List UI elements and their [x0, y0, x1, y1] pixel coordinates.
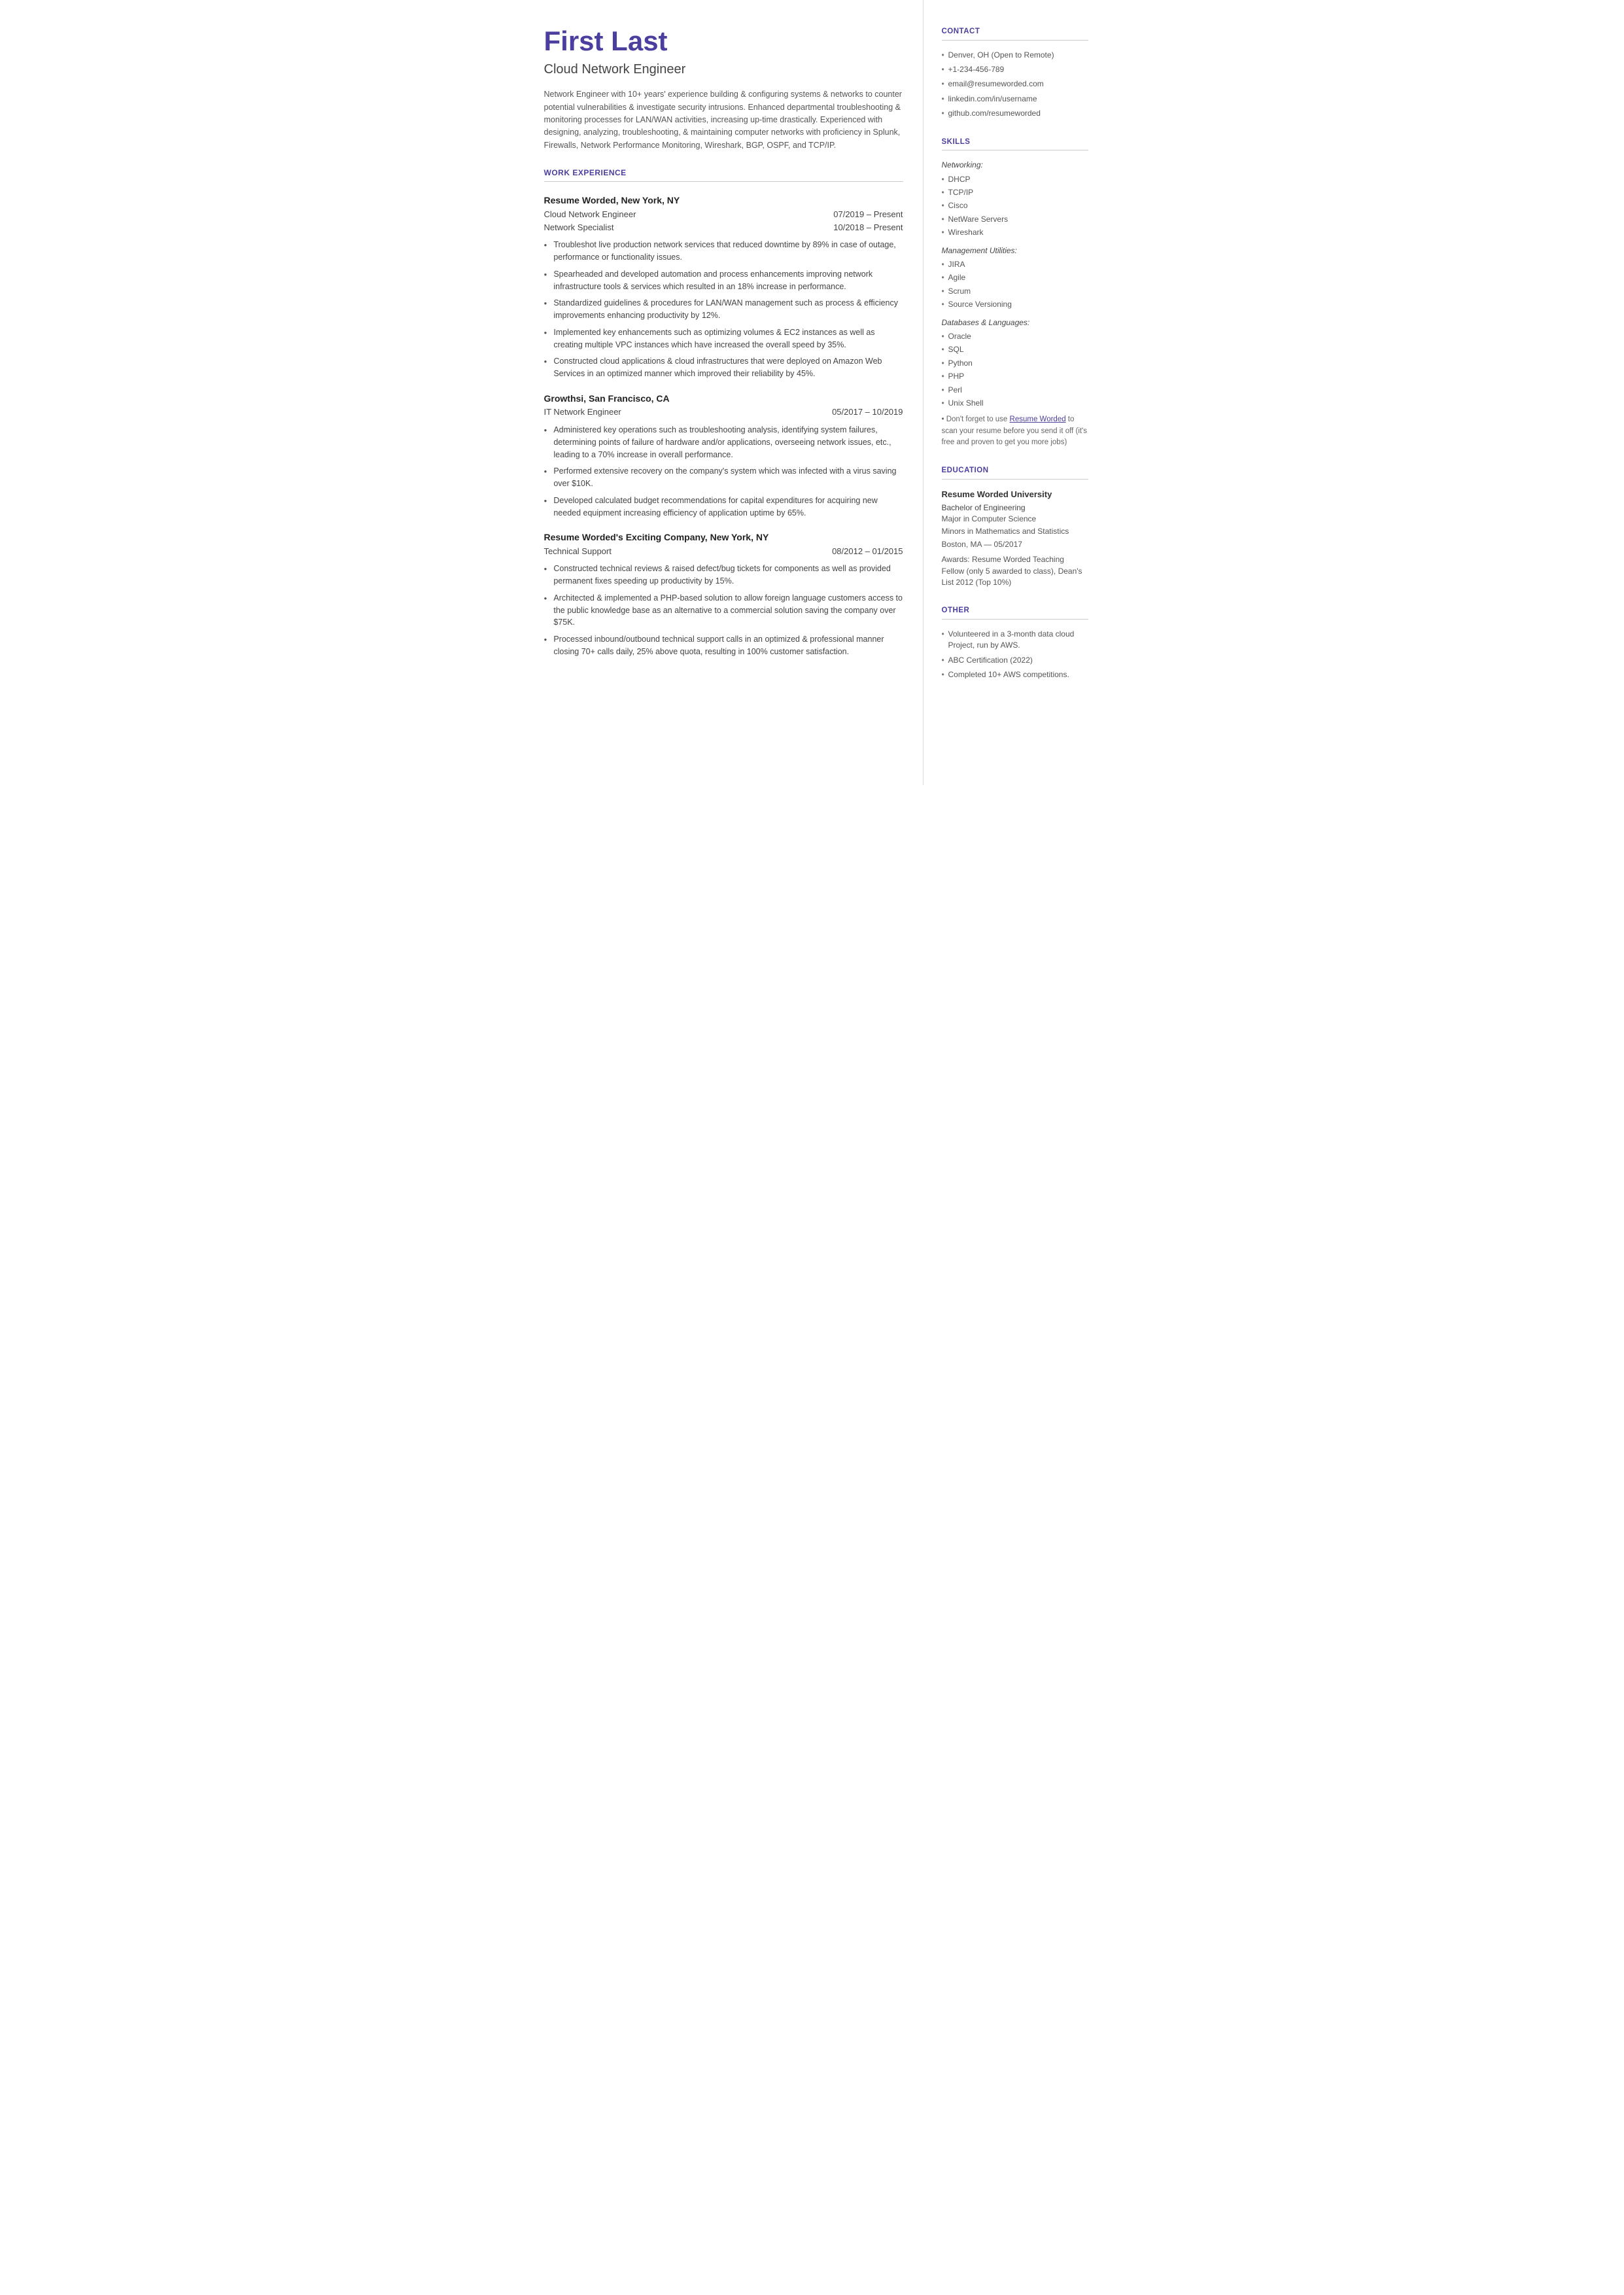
candidate-name: First Last: [544, 26, 903, 56]
other-item: Completed 10+ AWS competitions.: [942, 669, 1088, 680]
role-3a-title: Technical Support: [544, 546, 612, 558]
skill-item: Scrum: [942, 286, 1088, 297]
role-1b-title: Network Specialist: [544, 222, 614, 234]
skill-item: Agile: [942, 272, 1088, 283]
contact-section: CONTACT Denver, OH (Open to Remote) +1-2…: [942, 26, 1088, 120]
skill-item: PHP: [942, 371, 1088, 382]
bullet-item: Troubleshot live production network serv…: [544, 239, 903, 264]
work-experience-section: WORK EXPERIENCE Resume Worded, New York,…: [544, 167, 903, 658]
skill-item: SQL: [942, 344, 1088, 355]
skill-category-networking: Networking: DHCP TCP/IP Cisco NetWare Se…: [942, 160, 1088, 238]
company-3-name: Resume Worded's Exciting Company, New Yo…: [544, 531, 903, 544]
job-1: Resume Worded, New York, NY Cloud Networ…: [544, 194, 903, 379]
resume-page: First Last Cloud Network Engineer Networ…: [518, 0, 1107, 785]
contact-item: linkedin.com/in/username: [942, 94, 1088, 105]
skill-item: DHCP: [942, 174, 1088, 185]
skill-item: NetWare Servers: [942, 214, 1088, 225]
job-2-bullets: Administered key operations such as trou…: [544, 424, 903, 519]
header-section: First Last Cloud Network Engineer Networ…: [544, 26, 903, 152]
edu-institution: Resume Worded University: [942, 489, 1088, 501]
job-1-bullets: Troubleshot live production network serv…: [544, 239, 903, 380]
skill-category-label: Databases & Languages:: [942, 317, 1088, 328]
bullet-item: Constructed technical reviews & raised d…: [544, 563, 903, 587]
role-3a-date: 08/2012 – 01/2015: [832, 546, 903, 558]
bullet-item: Spearheaded and developed automation and…: [544, 268, 903, 293]
other-item: ABC Certification (2022): [942, 655, 1088, 666]
left-column: First Last Cloud Network Engineer Networ…: [518, 0, 924, 785]
bullet-item: Administered key operations such as trou…: [544, 424, 903, 461]
skill-category-management: Management Utilities: JIRA Agile Scrum S…: [942, 245, 1088, 311]
skill-category-label: Networking:: [942, 160, 1088, 171]
bullet-item: Constructed cloud applications & cloud i…: [544, 355, 903, 380]
job-3: Resume Worded's Exciting Company, New Yo…: [544, 531, 903, 657]
job-3-bullets: Constructed technical reviews & raised d…: [544, 563, 903, 657]
edu-minors: Minors in Mathematics and Statistics: [942, 526, 1088, 537]
role-3a-line: Technical Support 08/2012 – 01/2015: [544, 546, 903, 558]
company-2-name: Growthsi, San Francisco, CA: [544, 392, 903, 405]
skill-item: Python: [942, 358, 1088, 369]
skills-title: SKILLS: [942, 137, 1088, 151]
bullet-item: Implemented key enhancements such as opt…: [544, 326, 903, 351]
skill-item: TCP/IP: [942, 187, 1088, 198]
bullet-item: Performed extensive recovery on the comp…: [544, 465, 903, 490]
role-1a-date: 07/2019 – Present: [833, 209, 903, 221]
role-2a-date: 05/2017 – 10/2019: [832, 406, 903, 419]
summary-text: Network Engineer with 10+ years' experie…: [544, 88, 903, 152]
role-1b-line: Network Specialist 10/2018 – Present: [544, 222, 903, 234]
bullet-item: Developed calculated budget recommendati…: [544, 495, 903, 519]
skill-category-databases: Databases & Languages: Oracle SQL Python…: [942, 317, 1088, 410]
contact-item: +1-234-456-789: [942, 64, 1088, 75]
edu-degree: Bachelor of Engineering: [942, 502, 1088, 514]
other-item: Volunteered in a 3-month data cloud Proj…: [942, 629, 1088, 652]
databases-skill-list: Oracle SQL Python PHP Perl Unix Shell: [942, 331, 1088, 409]
skill-item: Source Versioning: [942, 299, 1088, 310]
networking-skill-list: DHCP TCP/IP Cisco NetWare Servers Wiresh…: [942, 174, 1088, 239]
role-1b-date: 10/2018 – Present: [833, 222, 903, 234]
contact-item: github.com/resumeworded: [942, 108, 1088, 119]
skill-item: Perl: [942, 385, 1088, 396]
edu-location-date: Boston, MA — 05/2017: [942, 539, 1088, 550]
contact-title: CONTACT: [942, 26, 1088, 41]
skill-item: Cisco: [942, 200, 1088, 211]
role-2a-title: IT Network Engineer: [544, 406, 621, 419]
bullet-item: Standardized guidelines & procedures for…: [544, 297, 903, 322]
skill-item: Unix Shell: [942, 398, 1088, 409]
contact-item: Denver, OH (Open to Remote): [942, 50, 1088, 61]
skill-item: Oracle: [942, 331, 1088, 342]
work-experience-title: WORK EXPERIENCE: [544, 167, 903, 182]
skill-category-label: Management Utilities:: [942, 245, 1088, 256]
company-1-name: Resume Worded, New York, NY: [544, 194, 903, 207]
education-title: EDUCATION: [942, 465, 1088, 480]
skills-section: SKILLS Networking: DHCP TCP/IP Cisco Net…: [942, 137, 1088, 448]
job-title: Cloud Network Engineer: [544, 60, 903, 79]
education-section: EDUCATION Resume Worded University Bache…: [942, 465, 1088, 588]
edu-awards: Awards: Resume Worded Teaching Fellow (o…: [942, 554, 1088, 588]
management-skill-list: JIRA Agile Scrum Source Versioning: [942, 259, 1088, 311]
rw-link[interactable]: Resume Worded: [1010, 415, 1066, 423]
other-list: Volunteered in a 3-month data cloud Proj…: [942, 629, 1088, 681]
contact-item: email@resumeworded.com: [942, 79, 1088, 90]
skill-item: JIRA: [942, 259, 1088, 270]
other-title: OTHER: [942, 605, 1088, 620]
contact-list: Denver, OH (Open to Remote) +1-234-456-7…: [942, 50, 1088, 120]
right-column: CONTACT Denver, OH (Open to Remote) +1-2…: [924, 0, 1107, 785]
other-section: OTHER Volunteered in a 3-month data clou…: [942, 605, 1088, 680]
job-2: Growthsi, San Francisco, CA IT Network E…: [544, 392, 903, 519]
bullet-item: Processed inbound/outbound technical sup…: [544, 633, 903, 658]
role-1a-line: Cloud Network Engineer 07/2019 – Present: [544, 209, 903, 221]
edu-major: Major in Computer Science: [942, 514, 1088, 525]
role-1a-title: Cloud Network Engineer: [544, 209, 636, 221]
role-2a-line: IT Network Engineer 05/2017 – 10/2019: [544, 406, 903, 419]
skill-item: Wireshark: [942, 227, 1088, 238]
bullet-item: Architected & implemented a PHP-based so…: [544, 592, 903, 629]
rw-promo-note: • Don't forget to use Resume Worded to s…: [942, 414, 1088, 448]
